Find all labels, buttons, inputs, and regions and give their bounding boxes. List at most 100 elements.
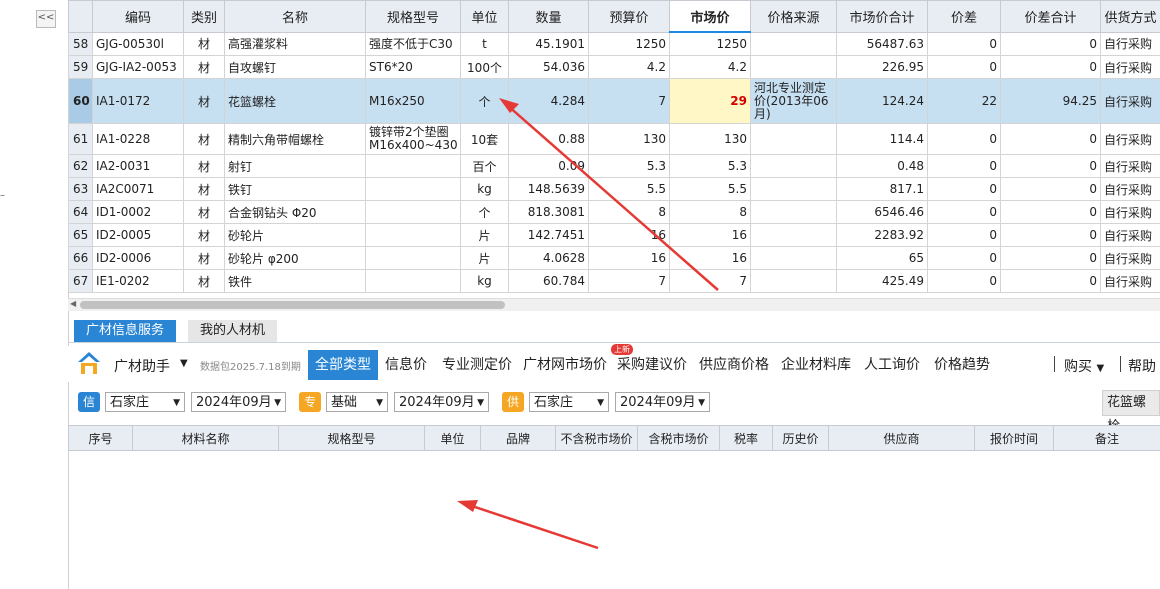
cell[interactable]: IA2C0071 (92, 177, 184, 201)
cell[interactable] (750, 269, 837, 293)
cell[interactable]: 0 (1000, 55, 1101, 79)
cell[interactable]: 材 (183, 123, 225, 155)
nav-professional-price[interactable]: 专业测定价 (435, 350, 519, 380)
cell[interactable]: kg (460, 177, 509, 201)
cell[interactable]: 材 (183, 246, 225, 270)
result-header-11[interactable]: 备注 (1053, 425, 1160, 451)
cell[interactable]: GJG-00530l (92, 31, 184, 56)
cell[interactable]: 0 (927, 123, 1001, 155)
nav-enterprise-library[interactable]: 企业材料库 (774, 350, 858, 380)
cell[interactable]: 百个 (460, 154, 509, 178)
cell[interactable]: 5.5 (588, 177, 670, 201)
cell[interactable]: 砂轮片 (224, 223, 366, 247)
cell[interactable]: 56487.63 (836, 31, 928, 56)
cell[interactable] (365, 246, 461, 270)
horizontal-scrollbar[interactable]: ◀ (68, 298, 1160, 311)
cell[interactable]: 22 (927, 78, 1001, 124)
cell[interactable]: 射钉 (224, 154, 366, 178)
table-row[interactable]: 66 ID2-0006 材砂轮片 φ200 片 4.0628 16 16 65 0 0 自行采购 (68, 246, 1160, 270)
cell[interactable]: 自行采购 (1100, 31, 1160, 56)
result-header-9[interactable]: 供应商 (828, 425, 975, 451)
nav-guangcai-market-price[interactable]: 广材网市场价 (516, 350, 614, 380)
brand-dropdown-icon[interactable]: ▼ (180, 358, 188, 369)
cell[interactable]: 16 (588, 246, 670, 270)
cell[interactable]: 10套 (460, 123, 509, 155)
nav-purchase-suggestion[interactable]: 采购建议价 (610, 350, 694, 380)
table-row[interactable]: 59 GJG-IA2-0053 材自攻螺钉 ST6*20 100个 54.036 4.2 4.… (68, 55, 1160, 79)
cell[interactable]: GJG-IA2-0053 (92, 55, 184, 79)
cell[interactable]: 54.036 (508, 55, 589, 79)
cell[interactable] (365, 154, 461, 178)
cell[interactable]: 镀锌带2个垫圈 M16x400~430 (365, 123, 461, 155)
cell[interactable] (750, 55, 837, 79)
cell[interactable]: 材 (183, 154, 225, 178)
cell[interactable]: 0 (927, 269, 1001, 293)
cell[interactable]: 0 (927, 223, 1001, 247)
cell[interactable]: 材 (183, 31, 225, 56)
cell[interactable]: 0.48 (836, 154, 928, 178)
cell[interactable]: 4.284 (508, 78, 589, 124)
search-keyword-button[interactable]: 花篮螺栓 (1102, 390, 1160, 434)
cell[interactable]: 自行采购 (1100, 269, 1160, 293)
header-9[interactable]: 市场价合计 (836, 0, 928, 33)
table-row[interactable]: 64 ID1-0002 材合金钢钻头 Φ20 个 818.3081 8 8 6546.46 0 0… (68, 200, 1160, 224)
cell[interactable]: 4.2 (588, 55, 670, 79)
cell[interactable]: 个 (460, 200, 509, 224)
header-7[interactable]: 市场价 (669, 0, 751, 33)
cell[interactable]: 片 (460, 246, 509, 270)
cell[interactable]: 自行采购 (1100, 55, 1160, 79)
nav-all-types[interactable]: 全部类型 (308, 350, 378, 380)
cell[interactable]: 100个 (460, 55, 509, 79)
cell[interactable]: 45.1901 (508, 31, 589, 56)
nav-labor-inquiry[interactable]: 人工询价 (857, 350, 927, 380)
brand-name[interactable]: 广材助手 (114, 356, 170, 376)
cell[interactable] (750, 177, 837, 201)
cell[interactable]: 合金钢钻头 Φ20 (224, 200, 366, 224)
collapse-icon[interactable]: << (36, 10, 56, 28)
cell[interactable]: ID1-0002 (92, 200, 184, 224)
cell[interactable]: 自行采购 (1100, 154, 1160, 178)
cell[interactable]: 5.3 (669, 154, 751, 178)
cell[interactable]: 67 (68, 269, 93, 293)
cell[interactable]: 精制六角带帽螺栓 (224, 123, 366, 155)
scroll-left-icon[interactable]: ◀ (70, 299, 76, 308)
table-row[interactable]: 60 IA1-0172 材花篮螺栓 M16x250 个 4.284 7 29 河北专业测定价(2… (68, 78, 1160, 124)
cell[interactable]: 226.95 (836, 55, 928, 79)
cell[interactable]: 4.2 (669, 55, 751, 79)
cell[interactable]: 16 (669, 246, 751, 270)
cell[interactable]: 铁钉 (224, 177, 366, 201)
cell[interactable]: 7 (669, 269, 751, 293)
cell[interactable]: 64 (68, 200, 93, 224)
cell[interactable] (750, 200, 837, 224)
cell[interactable]: t (460, 31, 509, 56)
result-header-0[interactable]: 序号 (68, 425, 133, 451)
cell[interactable]: 1250 (588, 31, 670, 56)
cell[interactable]: ID2-0006 (92, 246, 184, 270)
cell[interactable]: 片 (460, 223, 509, 247)
cell[interactable]: 148.5639 (508, 177, 589, 201)
cell[interactable]: 0 (927, 177, 1001, 201)
header-0[interactable]: 编码 (92, 0, 184, 33)
cell[interactable]: 60 (68, 78, 93, 124)
cell[interactable]: IA1-0172 (92, 78, 184, 124)
cell[interactable]: 自行采购 (1100, 177, 1160, 201)
header-6[interactable]: 预算价 (588, 0, 670, 33)
cell[interactable]: 63 (68, 177, 93, 201)
cell[interactable]: 94.25 (1000, 78, 1101, 124)
cell[interactable]: 0 (1000, 154, 1101, 178)
cell[interactable]: 65 (68, 223, 93, 247)
cell[interactable]: 自行采购 (1100, 123, 1160, 155)
cell[interactable]: 0 (1000, 123, 1101, 155)
cell[interactable]: 142.7451 (508, 223, 589, 247)
cell[interactable]: 818.3081 (508, 200, 589, 224)
cell[interactable]: 自攻螺钉 (224, 55, 366, 79)
cell[interactable]: 8 (588, 200, 670, 224)
cell[interactable]: 62 (68, 154, 93, 178)
cell[interactable]: 材 (183, 269, 225, 293)
cell[interactable]: ST6*20 (365, 55, 461, 79)
header-11[interactable]: 价差合计 (1000, 0, 1101, 33)
table-row[interactable]: 63 IA2C0071 材铁钉 kg 148.5639 5.5 5.5 817.1 0 0 自行采购 (68, 177, 1160, 201)
cell[interactable]: 16 (669, 223, 751, 247)
cell[interactable]: 强度不低于C30 (365, 31, 461, 56)
header-10[interactable]: 价差 (927, 0, 1001, 33)
